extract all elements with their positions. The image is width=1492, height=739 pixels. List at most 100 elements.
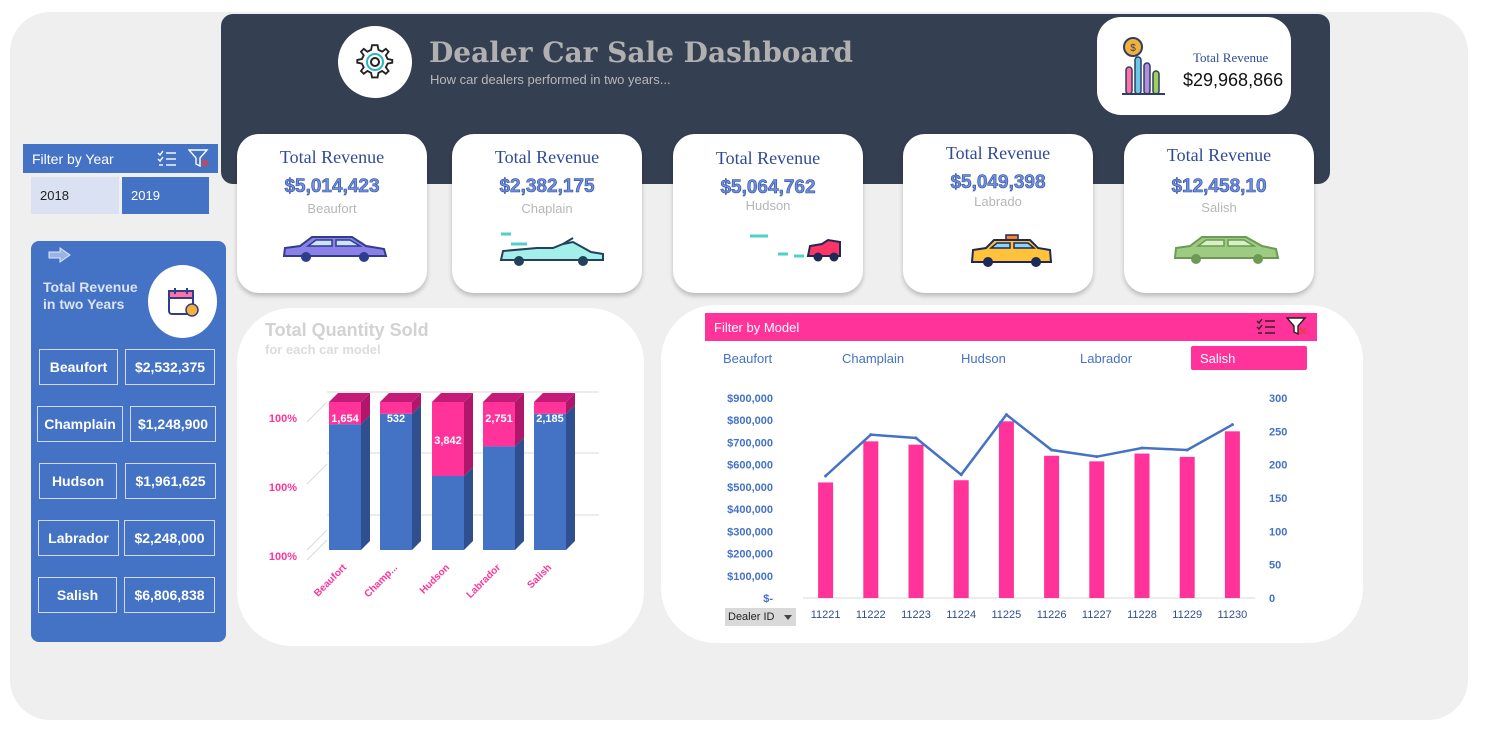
bar-side-blue: [566, 404, 575, 550]
calendar-badge: [148, 265, 217, 338]
x-tick-label: 11228: [1127, 609, 1157, 621]
dealer-id-dropdown[interactable]: Dealer ID: [725, 608, 796, 626]
x-tick-label: 11223: [901, 609, 931, 621]
bar-side-blue: [361, 415, 370, 550]
model-option-hudson[interactable]: Hudson: [952, 346, 1064, 370]
side-row-name: Labrador: [38, 520, 119, 556]
bar-segment-blue: [329, 424, 361, 550]
y-left-tick-label: $600,000: [727, 460, 773, 472]
bar-chart-icon: $: [1122, 37, 1165, 95]
side-row-value: $6,806,838: [124, 577, 215, 613]
y-left-tick-label: $800,000: [727, 415, 773, 427]
line-point: [1050, 448, 1054, 452]
page-subtitle: How car dealers performed in two years..…: [430, 72, 671, 87]
gridline: [306, 463, 328, 485]
y-left-tick-label: $200,000: [727, 549, 773, 561]
year-option-2018[interactable]: 2018: [31, 177, 119, 214]
side-row-name: Champlain: [37, 406, 123, 442]
svg-text:$: $: [1130, 43, 1136, 54]
model-option-beaufort[interactable]: Beaufort: [714, 346, 826, 370]
line-point: [959, 473, 963, 477]
bar-side-blue: [515, 437, 524, 550]
x-tick-label: 11226: [1037, 609, 1067, 621]
side-row-name: Salish: [38, 577, 117, 613]
side-row-value: $2,248,000: [124, 520, 215, 556]
side-panel-title: Total Revenue in two Years: [43, 279, 138, 312]
kpi-value: $12,458,10: [1171, 176, 1267, 198]
bar: [1134, 453, 1150, 598]
taxi-icon: [970, 234, 1053, 267]
total-revenue-card: $ Total Revenue $29,968,866: [1097, 17, 1291, 115]
kpi-label: Total Revenue: [279, 147, 385, 167]
x-tick-label: 11225: [992, 609, 1022, 621]
gridline: [306, 529, 328, 551]
y-left-tick-label: $100,000: [727, 571, 773, 583]
data-label: 2,185: [536, 413, 564, 425]
wagon-car-icon: [1173, 236, 1280, 264]
side-row-name: Beaufort: [39, 349, 118, 385]
kpi-value: $2,382,175: [499, 176, 595, 198]
category-label: Champ...: [362, 562, 400, 600]
kpi-label: Total Revenue: [1166, 145, 1272, 165]
x-tick-label: 11224: [946, 609, 976, 621]
kpi-label: Total Revenue: [945, 143, 1051, 163]
settings-button[interactable]: [338, 26, 412, 98]
line-point: [1185, 448, 1189, 452]
quantity-chart-title: Total Quantity Sold: [265, 320, 429, 340]
kpi-model-name: Beaufort: [307, 201, 357, 216]
kpi-card-labrador: Total Revenue $5,049,398 Labrado: [903, 134, 1093, 293]
filter-by-year-header: Filter by Year: [23, 144, 218, 173]
y-tick-label: 100%: [269, 413, 297, 425]
data-label: 3,842: [434, 435, 462, 447]
line-point: [1140, 446, 1144, 450]
line-point: [1095, 455, 1099, 459]
x-tick-label: 11222: [856, 609, 886, 621]
category-label: Hudson: [418, 562, 452, 596]
model-option-labrador[interactable]: Labrador: [1071, 346, 1183, 370]
bar-segment-blue: [380, 413, 412, 550]
x-tick-label: 11221: [811, 609, 841, 621]
model-option-champlain[interactable]: Champlain: [833, 346, 945, 370]
filter-by-model-title: Filter by Model: [714, 320, 800, 335]
chevron-down-icon: [784, 615, 792, 620]
y-left-tick-label: $900,000: [727, 393, 773, 405]
year-option-2019[interactable]: 2019: [122, 177, 209, 214]
kpi-value: $5,014,423: [284, 176, 380, 198]
filter-by-model-header: Filter by Model: [705, 313, 1317, 341]
multi-select-icon[interactable]: [1256, 318, 1276, 335]
data-label: 532: [387, 413, 405, 425]
y-right-tick-label: 0: [1269, 593, 1275, 605]
convertible-car-icon: [499, 232, 604, 266]
category-label: Beaufort: [312, 562, 349, 599]
clear-filter-icon[interactable]: [1286, 317, 1308, 336]
bar: [1179, 456, 1195, 598]
y-right-tick-label: 200: [1269, 460, 1287, 472]
y-left-tick-label: $500,000: [727, 482, 773, 494]
page-title: Dealer Car Sale Dashboard: [429, 36, 853, 69]
kpi-value: $5,049,398: [950, 172, 1046, 194]
side-row-value: $1,248,900: [130, 406, 216, 442]
bar: [1044, 455, 1060, 598]
line-point: [824, 474, 828, 478]
line-point: [914, 436, 918, 440]
quantity-chart-subtitle: for each car model: [265, 342, 381, 357]
model-option-salish[interactable]: Salish: [1191, 346, 1307, 370]
series-line: [824, 412, 1234, 477]
car-icon: [282, 236, 388, 262]
bar: [818, 482, 834, 598]
bar-side-blue: [464, 467, 473, 550]
bar-segment-blue: [483, 446, 515, 550]
category-label: Labrador: [465, 562, 504, 601]
clear-filter-icon[interactable]: [188, 149, 210, 168]
bar-segment-blue: [432, 476, 464, 550]
x-tick-label: 11230: [1218, 609, 1248, 621]
bar-side-pink: [464, 393, 473, 476]
multi-select-icon[interactable]: [157, 150, 177, 167]
sports-car-icon: [750, 234, 841, 262]
y-left-tick-label: $700,000: [727, 437, 773, 449]
data-label: 2,751: [485, 413, 513, 425]
x-tick-label: 11227: [1082, 609, 1112, 621]
kpi-card-salish: Total Revenue $12,458,10 Salish: [1124, 134, 1314, 293]
y-tick-label: 100%: [269, 551, 297, 563]
category-label: Salish: [526, 562, 555, 591]
